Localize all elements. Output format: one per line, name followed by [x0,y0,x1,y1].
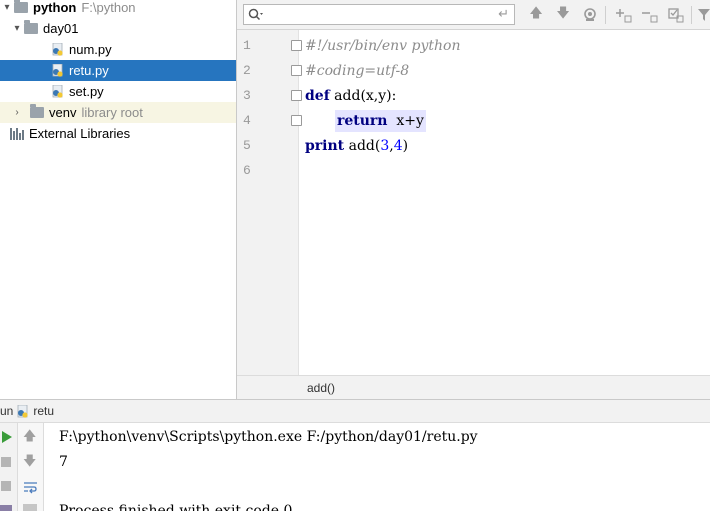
code-line-1: #!/usr/bin/env python [305,38,461,54]
python-file-icon [52,64,63,77]
print-icon[interactable] [23,504,37,511]
console-toolbar: 🡅 🡇 [18,423,44,511]
tree-file-set[interactable]: set.py [0,81,236,102]
chevron-down-icon[interactable]: ▾ [0,2,14,13]
search-box[interactable]: ↵ [243,4,515,25]
run-tab-name[interactable]: retu [33,404,54,418]
arrow-up-icon[interactable]: 🡅 [23,427,36,449]
file-label: retu.py [69,63,109,78]
find-occurrences-icon[interactable] [581,6,599,24]
run-toolbar [0,423,18,511]
add-occurrence-icon[interactable] [615,6,633,24]
root-folder-label: python [33,0,77,15]
toolbar-divider [691,6,692,24]
dump-threads-icon[interactable] [0,505,12,511]
line-number: 2 [243,63,251,78]
console-output[interactable]: F:\python\venv\Scripts\python.exe F:/pyt… [44,423,710,511]
number-literal: 4 [393,138,403,154]
file-label: num.py [69,42,112,57]
external-libraries-label: External Libraries [29,126,131,141]
enter-return-icon[interactable]: ↵ [498,6,509,22]
editor-panel: ↵ 🡅 🡇 1 2 3 4 5 6 #!/usr/bin/env python … [236,0,710,399]
line-number: 4 [243,113,251,128]
tree-root-python[interactable]: ▾ python F:\python [0,0,236,18]
folder-day01-label: day01 [43,21,79,36]
code-text: add( [344,138,381,154]
file-label: set.py [69,84,104,99]
root-folder-path: F:\python [81,0,136,15]
run-play-icon[interactable] [1,431,13,443]
code-line-2: #coding=utf-8 [305,63,410,79]
keyword-def: def [305,88,330,104]
arrow-down-icon[interactable]: 🡇 [23,452,36,474]
tree-file-retu[interactable]: retu.py [0,60,236,81]
project-tree-panel: ▾ python F:\python ▾ day01 num.py retu.p… [0,0,236,399]
code-text: x+y [387,113,424,129]
run-tab-prefix: un [0,404,14,418]
tree-folder-venv[interactable]: › venv library root [0,102,236,123]
python-file-icon [17,404,28,418]
folder-icon [30,104,44,118]
select-all-occurrences-icon[interactable] [667,6,685,24]
python-file-icon [52,43,63,56]
search-toolbar: ↵ 🡅 🡇 [237,0,710,30]
tree-folder-day01[interactable]: ▾ day01 [0,18,236,39]
number-literal: 3 [380,138,390,154]
code-editor[interactable]: #!/usr/bin/env python #coding=utf-8 def … [299,30,710,375]
search-input[interactable] [266,5,496,24]
line-number: 1 [243,38,251,53]
breadcrumb-bar: add() [237,375,710,399]
folder-icon [14,0,28,13]
toolbar-divider [605,6,606,24]
console-finished-line: Process finished with exit code 0 [59,503,293,511]
tree-file-num[interactable]: num.py [0,39,236,60]
line-number: 5 [243,138,251,153]
line-number: 6 [243,163,251,178]
code-text: add(x,y): [329,88,397,104]
keyword-print: print [305,138,345,154]
tree-external-libraries[interactable]: External Libraries [0,123,236,144]
arrow-up-icon[interactable]: 🡅 [527,5,545,24]
remove-occurrence-icon[interactable] [641,6,659,24]
chevron-down-icon[interactable]: ▾ [10,23,24,34]
code-text: ) [402,138,409,154]
code-line-5: print add(3,4) [305,135,408,157]
chevron-right-icon[interactable]: › [10,107,24,118]
line-number-gutter: 1 2 3 4 5 6 [237,30,302,375]
venv-sub-label: library root [81,105,143,120]
code-line-3: def add(x,y): [305,85,396,107]
folder-icon [24,20,38,34]
stop-icon[interactable] [1,457,11,467]
soft-wrap-icon[interactable] [23,480,38,495]
code-line-4: return x+y [335,110,426,132]
filter-icon[interactable] [697,6,710,24]
arrow-down-icon[interactable]: 🡇 [554,5,572,24]
console-output-line: 7 [59,454,68,470]
pause-icon[interactable] [1,481,11,491]
library-icon [10,127,26,140]
line-number: 3 [243,88,251,103]
search-icon[interactable] [248,8,264,21]
console-command-line: F:\python\venv\Scripts\python.exe F:/pyt… [59,429,478,445]
breadcrumb[interactable]: add() [307,381,335,395]
run-tool-header: un retu [0,399,710,423]
python-file-icon [52,85,63,98]
keyword-return: return [337,113,388,129]
venv-label: venv [49,105,77,120]
